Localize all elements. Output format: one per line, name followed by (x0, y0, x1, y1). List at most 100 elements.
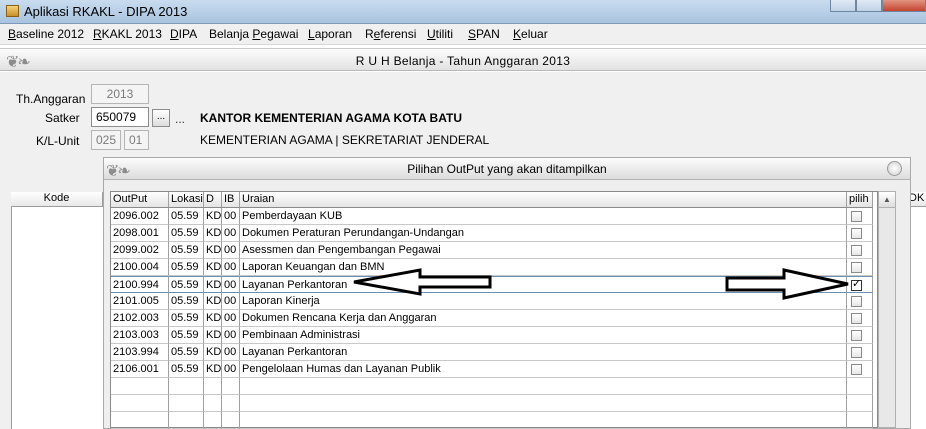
right-arrow-annotation (725, 268, 849, 300)
dialog-close-icon[interactable] (887, 161, 902, 176)
cell-pilih (847, 225, 873, 242)
table-row[interactable]: 2096.002 05.59 KD 00 Pemberdayaan KUB (111, 208, 877, 225)
dialog-titlebar: ❦❧ Pilihan OutPut yang akan ditampilkan (104, 158, 910, 180)
menu-referensi[interactable]: Referensi (365, 27, 416, 41)
kl-field[interactable]: 025 (91, 130, 121, 150)
table-row[interactable]: 2099.002 05.59 KD 00 Asessmen dan Pengembang… (111, 242, 877, 259)
cell-uraian: Pemberdayaan KUB (240, 208, 847, 225)
pilih-checkbox[interactable] (851, 262, 862, 273)
cell-pilih (847, 378, 873, 395)
vertical-scrollbar[interactable]: ▲ (878, 191, 896, 428)
cell-ib: 00 (222, 293, 240, 310)
column-header-kode: Kode (11, 192, 103, 207)
satker-field[interactable]: 650079 (91, 107, 149, 127)
maximize-button[interactable] (856, 0, 882, 12)
cell-output: 2100.994 (111, 276, 169, 293)
satker-label: Satker (45, 111, 80, 125)
menu-dipa[interactable]: DIPA (170, 27, 197, 41)
dialog-title: Pilihan OutPut yang akan ditampilkan (407, 162, 607, 176)
close-window-button[interactable] (882, 0, 926, 12)
column-header-lokasi[interactable]: Lokasi (169, 192, 204, 208)
pilih-checkbox[interactable] (851, 364, 862, 375)
unit-field[interactable]: 01 (124, 130, 149, 150)
satker-name: KANTOR KEMENTERIAN AGAMA KOTA BATU (200, 111, 462, 125)
cell-ib (222, 412, 240, 429)
cell-uraian: Dokumen Peraturan Perundangan-Undangan (240, 225, 847, 242)
column-header-output[interactable]: OutPut (111, 192, 169, 208)
cell-lokasi: 05.59 (169, 242, 204, 259)
browse-satker-button[interactable]: ... (152, 109, 170, 127)
cell-lokasi: 05.59 (169, 225, 204, 242)
table-row[interactable] (111, 378, 877, 395)
menu-belanja-pegawai[interactable]: Belanja Pegawai (209, 27, 298, 41)
menu-utiliti[interactable]: Utiliti (427, 27, 453, 41)
cell-ib: 00 (222, 276, 240, 293)
cell-uraian: Asessmen dan Pengembangan Pegawai (240, 242, 847, 259)
cell-lokasi: 05.59 (169, 344, 204, 361)
pilih-checkbox[interactable] (851, 211, 862, 222)
left-arrow-annotation (353, 268, 492, 296)
cell-output: 2103.003 (111, 327, 169, 344)
table-row[interactable]: 2098.001 05.59 KD 00 Dokumen Peraturan Perun… (111, 225, 877, 242)
menu-keluar[interactable]: Keluar (513, 27, 548, 41)
cell-ib: 00 (222, 242, 240, 259)
cell-output: 2103.994 (111, 344, 169, 361)
pilih-checkbox[interactable] (851, 245, 862, 256)
column-header-pilih[interactable]: pilih (847, 192, 873, 208)
cell-pilih (847, 412, 873, 429)
cell-d: KD (204, 276, 222, 293)
table-row[interactable]: 2103.994 05.59 KD 00 Layanan Perkantoran (111, 344, 877, 361)
pilih-checkbox[interactable] (851, 330, 862, 341)
th-anggaran-field[interactable]: 2013 (91, 84, 149, 104)
cell-pilih (847, 310, 873, 327)
pilih-checkbox[interactable] (851, 347, 862, 358)
cell-ib: 00 (222, 225, 240, 242)
cell-ib: 00 (222, 208, 240, 225)
cell-output: 2102.003 (111, 310, 169, 327)
cell-ib: 00 (222, 327, 240, 344)
column-header-uraian[interactable]: Uraian (240, 192, 847, 208)
cell-output: 2106.001 (111, 361, 169, 378)
table-row[interactable] (111, 395, 877, 412)
menu-rkakl-2013[interactable]: RKAKL 2013 (93, 27, 162, 41)
table-row[interactable]: 2103.003 05.59 KD 00 Pembinaan Administrasi (111, 327, 877, 344)
cell-ib (222, 378, 240, 395)
cell-output: 2099.002 (111, 242, 169, 259)
table-row[interactable]: 2106.001 05.59 KD 00 Pengelolaan Humas dan L… (111, 361, 877, 378)
column-header-d[interactable]: D (204, 192, 222, 208)
scroll-up-icon[interactable]: ▲ (879, 192, 895, 208)
cell-uraian (240, 412, 847, 429)
cell-lokasi (169, 378, 204, 395)
output-grid: OutPut Lokasi D IB Uraian pilih 2096.002… (110, 191, 878, 429)
menu-laporan[interactable]: Laporan (308, 27, 352, 41)
pilih-checkbox[interactable] (851, 313, 862, 324)
pilih-checkbox[interactable] (851, 277, 862, 291)
cell-ib: 00 (222, 344, 240, 361)
table-row[interactable] (111, 412, 877, 429)
cell-d: KD (204, 259, 222, 276)
cell-output: 2100.004 (111, 259, 169, 276)
table-row[interactable]: 2102.003 05.59 KD 00 Dokumen Rencana Kerja d… (111, 310, 877, 327)
cell-ib: 00 (222, 361, 240, 378)
kl-unit-label: K/L-Unit (36, 134, 80, 148)
cell-uraian: Pembinaan Administrasi (240, 327, 847, 344)
pilih-checkbox[interactable] (851, 228, 862, 239)
cell-pilih (847, 395, 873, 412)
cell-ib (222, 395, 240, 412)
cell-lokasi: 05.59 (169, 208, 204, 225)
cell-uraian: Layanan Perkantoran (240, 344, 847, 361)
cell-lokasi: 05.59 (169, 293, 204, 310)
cell-ib: 00 (222, 259, 240, 276)
cell-output: 2101.005 (111, 293, 169, 310)
cell-lokasi: 05.59 (169, 259, 204, 276)
form-header: ❦❧ R U H Belanja - Tahun Anggaran 2013 (0, 48, 926, 71)
cell-d (204, 378, 222, 395)
minimize-button[interactable] (830, 0, 856, 12)
cell-lokasi: 05.59 (169, 361, 204, 378)
cell-d: KD (204, 293, 222, 310)
pilih-checkbox[interactable] (851, 296, 862, 307)
menu-baseline-2012[interactable]: Baseline 2012 (8, 27, 84, 41)
menu-span[interactable]: SPAN (468, 27, 500, 41)
app-icon (6, 5, 19, 17)
column-header-ib[interactable]: IB (222, 192, 240, 208)
